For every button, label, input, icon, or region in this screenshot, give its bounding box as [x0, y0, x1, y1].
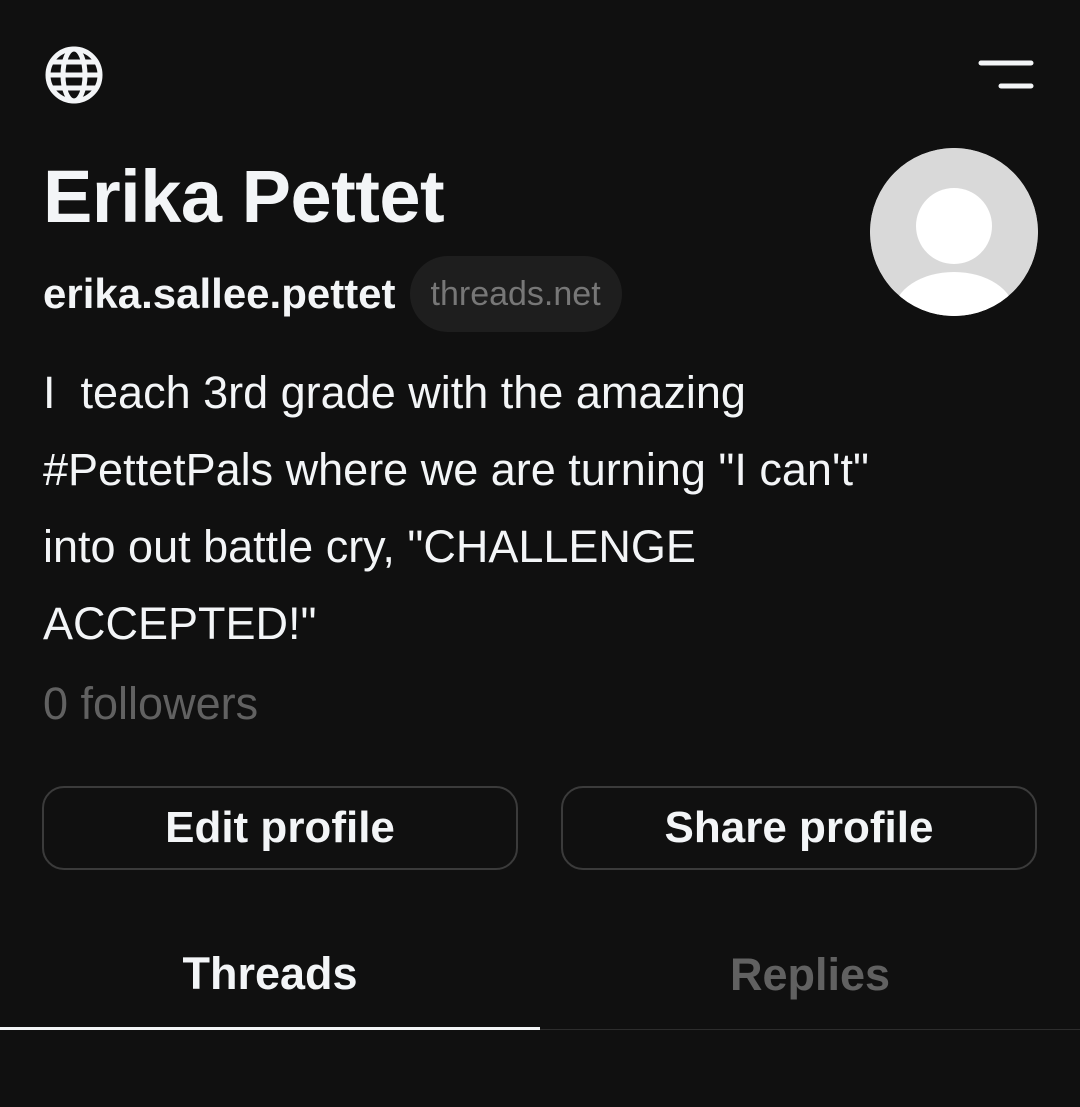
avatar[interactable] [870, 148, 1038, 316]
profile-username: erika.sallee.pettet [43, 270, 396, 317]
domain-badge[interactable]: threads.net [409, 256, 622, 332]
followers-count[interactable]: 0 followers [43, 672, 258, 736]
share-profile-button[interactable]: Share profile [561, 786, 1037, 870]
menu-icon[interactable] [976, 56, 1036, 94]
edit-profile-button[interactable]: Edit profile [42, 786, 518, 870]
globe-icon[interactable] [43, 44, 105, 106]
default-avatar-icon [870, 148, 1038, 316]
tab-threads[interactable]: Threads [0, 920, 540, 1030]
profile-bio: I teach 3rd grade with the amazing #Pett… [43, 367, 869, 649]
tab-replies[interactable]: Replies [540, 920, 1080, 1030]
profile-tabs: Threads Replies [0, 920, 1080, 1030]
profile-handle-row: erika.sallee.pettet threads.net [43, 256, 622, 332]
profile-display-name: Erika Pettet [43, 155, 445, 238]
